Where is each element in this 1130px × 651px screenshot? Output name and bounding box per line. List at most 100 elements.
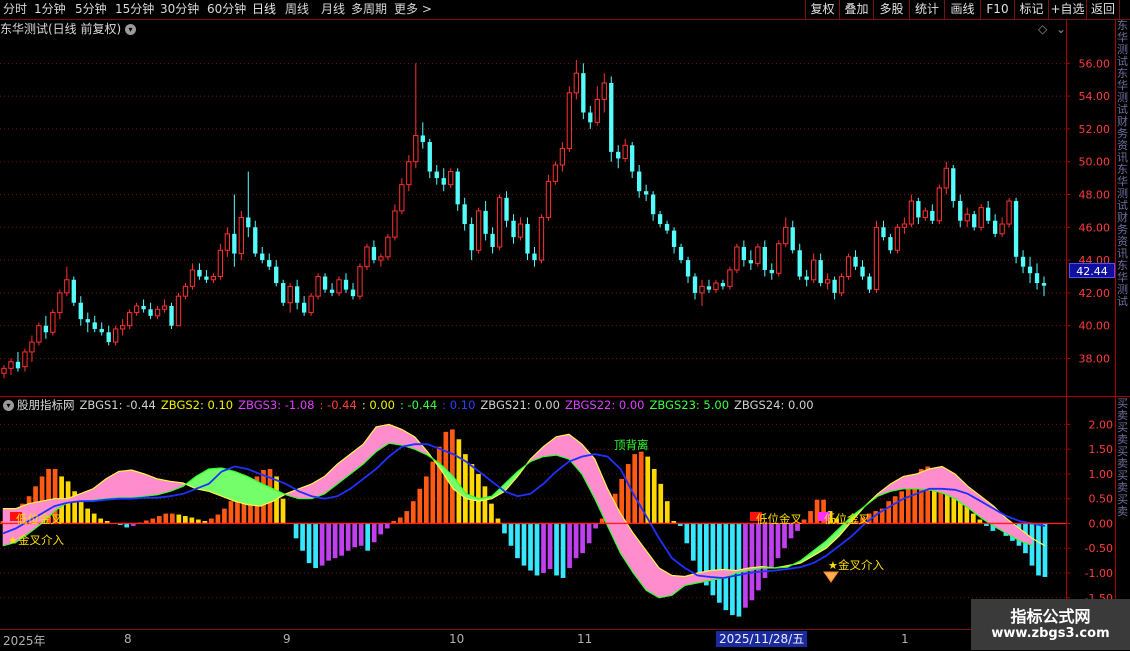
last-price-tag: 42.44 (1069, 263, 1115, 278)
candle-body (301, 302, 307, 313)
candle-body (441, 178, 446, 185)
candle-body (169, 306, 174, 326)
candle-body (141, 306, 146, 310)
period-tab-9[interactable]: 多周期 (351, 1, 387, 18)
readout-1: ZBGS2: 0.10 (160, 398, 234, 412)
candle-body (119, 325, 126, 330)
candle-body (385, 236, 391, 258)
histogram-bar (332, 523, 338, 559)
candle-body (238, 216, 244, 255)
period-tab-2[interactable]: 5分钟 (75, 1, 107, 18)
candle-body (1, 367, 7, 374)
signal-label: 低位金叉 (824, 512, 870, 526)
candle-body (538, 216, 545, 261)
candle-body (853, 256, 858, 267)
period-tab-4[interactable]: 30分钟 (160, 1, 199, 18)
chevron-down-icon[interactable]: ▾ (3, 400, 14, 411)
candle-body (475, 210, 482, 251)
period-tab-7[interactable]: 周线 (285, 1, 309, 18)
candle-body (783, 226, 789, 245)
histogram-bar (436, 446, 442, 524)
candle-body (336, 279, 342, 294)
candle-body (511, 220, 516, 238)
chart-title-bar: 东华测试(日线 前复权) ▾ (0, 20, 137, 38)
readout-4: : 0.00 (361, 398, 395, 412)
candle-body (678, 246, 684, 261)
candle-body (281, 283, 286, 303)
toolbar-button-1[interactable]: 叠加 (839, 0, 873, 19)
candle-body (664, 224, 670, 231)
date-label-3: 10 (449, 632, 465, 646)
candle-body (601, 82, 607, 100)
chart-canvas[interactable]: 38.0040.0042.0044.0046.0048.0050.0052.00… (0, 0, 1130, 650)
price-tick-label: 40.00 (1079, 320, 1111, 333)
candle-body (517, 223, 524, 238)
candle-body (364, 246, 370, 268)
candle-body (92, 322, 97, 329)
ind-tick-label: -0.50 (1085, 542, 1113, 555)
candle-body (496, 197, 503, 248)
candle-body (175, 295, 182, 327)
candle-body (133, 305, 140, 314)
date-label-5: 1 (901, 632, 909, 646)
toolbar-button-4[interactable]: 画线 (944, 0, 980, 19)
period-tab-1[interactable]: 1分钟 (34, 1, 66, 18)
price-tick-label: 56.00 (1079, 57, 1111, 70)
readout-7: ZBGS21: 0.00 (480, 398, 560, 412)
period-tab-3[interactable]: 15分钟 (115, 1, 154, 18)
candle-body (224, 233, 231, 251)
star-icon: ★ (8, 534, 18, 547)
diamond-gem-icon (823, 571, 839, 583)
candle-body (811, 259, 817, 281)
toolbar-button-7[interactable]: +自选 (1048, 0, 1086, 19)
period-tab-0[interactable]: 分时 (3, 1, 27, 18)
toolbar-button-5[interactable]: F10 (980, 0, 1014, 19)
signal-label: 金叉介入 (18, 533, 64, 547)
candle-body (43, 325, 49, 333)
candle-body (790, 227, 795, 251)
side-panel-tabs[interactable]: 东华测试东华测试财务资讯东华测试财务资讯东华测试 (1117, 20, 1130, 396)
toolbar-button-8[interactable]: 返回 (1086, 0, 1120, 19)
cloud-band (144, 473, 158, 497)
histogram-bar (580, 523, 585, 554)
period-tab-10[interactable]: 更多 > (394, 1, 432, 18)
period-tab-5[interactable]: 60分钟 (207, 1, 246, 18)
candle-body (329, 289, 335, 293)
candle-body (350, 289, 356, 297)
chevron-down-icon[interactable]: ⌄ (1056, 22, 1066, 36)
toolbar-button-2[interactable]: 多股 (873, 0, 909, 19)
indicator-readout-bar: ▾ 股朋指标网 ZBGS1: -0.44 ZBGS2: 0.10 ZBGS3: -1.0… (0, 397, 824, 414)
candle-body (832, 279, 837, 293)
candle-body (776, 243, 782, 274)
candle-body (182, 285, 189, 297)
cloud-band (388, 423, 403, 446)
candle-body (1027, 266, 1033, 274)
readout-3: : -0.44 (319, 398, 357, 412)
histogram-bar (658, 483, 664, 524)
candle-body (650, 194, 656, 215)
histogram-bar (730, 523, 735, 616)
toolbar-button-6[interactable]: 标记 (1014, 0, 1048, 19)
toolbar-button-0[interactable]: 复权 (805, 0, 839, 19)
diamond-icon[interactable]: ◇ (1038, 22, 1047, 36)
ind-tick-label: 0.00 (1089, 517, 1114, 530)
candle-body (78, 302, 83, 320)
candle-body (29, 341, 35, 353)
chevron-down-icon[interactable]: ▾ (125, 24, 137, 35)
candle-body (804, 276, 809, 280)
histogram-bar (209, 518, 214, 524)
candle-body (818, 260, 823, 284)
candle-body (525, 224, 530, 254)
toolbar-button-3[interactable]: 统计 (909, 0, 944, 19)
candle-body (894, 226, 901, 251)
histogram-bar (684, 523, 690, 544)
candle-body (315, 275, 321, 297)
candle-body (148, 309, 153, 316)
side-panel-tabs-lower[interactable]: 买卖买卖买卖买卖买卖 (1117, 398, 1130, 628)
period-tab-8[interactable]: 月线 (321, 1, 345, 18)
period-tab-6[interactable]: 日线 (252, 1, 276, 18)
candle-body (469, 224, 474, 251)
candle-body (36, 325, 42, 343)
histogram-bar (300, 523, 305, 551)
histogram-bar (769, 523, 774, 569)
